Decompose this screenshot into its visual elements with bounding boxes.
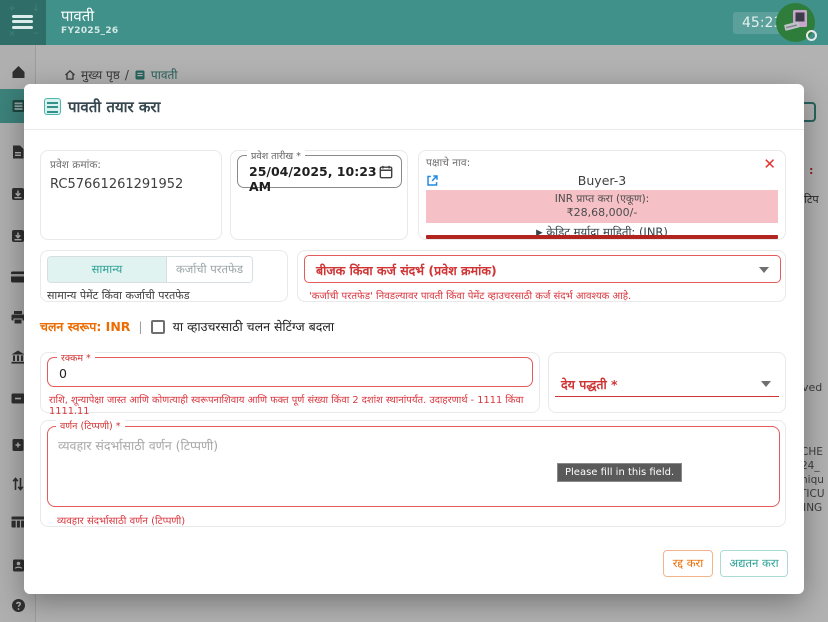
calc-arrow-mark: ↓ xyxy=(32,4,40,14)
entry-date-input[interactable]: प्रवेश तारीख * 25/04/2025, 10:23 AM xyxy=(237,155,402,188)
cancel-button[interactable]: रद्द करा xyxy=(663,550,713,577)
amount-card: रक्कम * 0 राशि, शून्यापेक्षा जास्त आणि क… xyxy=(40,352,540,413)
entry-number-value: RC57661261291952 xyxy=(50,177,183,192)
reference-select[interactable]: बीजक किंवा कर्ज संदर्भ (प्रवेश क्रमांक) xyxy=(304,255,781,283)
reference-card: बीजक किंवा कर्ज संदर्भ (प्रवेश क्रमांक) … xyxy=(297,250,786,302)
description-helper: व्यवहार संदर्भासाठी वर्णन (टिप्पणी) xyxy=(57,513,185,527)
hamburger-menu-icon[interactable] xyxy=(12,15,33,29)
amount-value: 0 xyxy=(59,366,67,381)
change-currency-label: या व्हाउचरसाठी चलन सेटिंग्ज बदला xyxy=(173,318,334,335)
chevron-down-icon xyxy=(759,267,769,273)
validation-tooltip: Please fill in this field. xyxy=(557,463,682,482)
page-title: पावती xyxy=(61,6,94,26)
close-icon[interactable]: ✕ xyxy=(763,157,776,172)
currency-row: चलन स्वरूप: INR | या व्हाउचरसाठी चलन सेट… xyxy=(40,318,334,335)
payment-type-card: सामान्य कर्जाची परतफेड सामान्य पेमेंट कि… xyxy=(40,250,288,302)
entry-date-card: प्रवेश तारीख * 25/04/2025, 10:23 AM xyxy=(230,150,408,240)
app-header: + ↓ × − पावती FY2025_26 45:23 xyxy=(0,0,828,45)
status-ring-icon xyxy=(806,30,817,41)
payment-type-toggle: सामान्य कर्जाची परतफेड xyxy=(47,256,253,283)
update-button[interactable]: अद्यतन करा xyxy=(720,550,788,577)
divider xyxy=(24,129,804,130)
payment-type-helper: सामान्य पेमेंट किंवा कर्जाची परतफेड xyxy=(47,288,190,303)
tab-general[interactable]: सामान्य xyxy=(48,257,166,282)
payment-method-select[interactable]: देय पद्धती * xyxy=(555,359,779,397)
tab-loan-repayment[interactable]: कर्जाची परतफेड xyxy=(166,257,252,282)
calendar-icon[interactable] xyxy=(379,165,393,179)
app-window: मुख्य पृष्ठ / पावती : टिप ved CHE 24_ ni… xyxy=(0,0,828,622)
receive-total-amount: ₹28,68,000/- xyxy=(426,206,778,219)
app-logo: + ↓ × − xyxy=(0,0,46,45)
party-name-value: Buyer-3 xyxy=(419,173,785,188)
change-currency-checkbox[interactable] xyxy=(151,320,165,334)
credit-limit-bar xyxy=(426,235,778,239)
fiscal-year-label: FY2025_26 xyxy=(61,26,118,36)
amount-input[interactable]: रक्कम * 0 xyxy=(47,357,533,387)
payment-method-label: देय पद्धती * xyxy=(561,376,618,393)
party-name-label: पक्षाचे नाव: xyxy=(426,156,470,170)
receipt-icon xyxy=(44,98,61,115)
calc-plus-mark: + xyxy=(8,4,16,14)
dialog-title: पावती तयार करा xyxy=(68,97,160,117)
receive-total-label: INR प्राप्त करा (एकूण): xyxy=(426,190,778,206)
currency-format-label: चलन स्वरूप: INR xyxy=(40,318,130,335)
amount-helper: राशि, शून्यापेक्षा जास्त आणि कोणत्याही स… xyxy=(49,393,535,417)
entry-number-label: प्रवेश क्रमांक: xyxy=(50,158,101,172)
party-card: पक्षाचे नाव: ✕ Buyer-3 INR प्राप्त करा (… xyxy=(418,150,786,240)
select-underline xyxy=(555,396,779,398)
separator: | xyxy=(138,319,142,334)
entry-date-label: प्रवेश तारीख * xyxy=(247,149,305,162)
receive-total-band: INR प्राप्त करा (एकूण): ₹28,68,000/- xyxy=(426,190,778,223)
chevron-down-icon xyxy=(761,381,771,387)
amount-label: रक्कम * xyxy=(57,351,95,364)
reference-helper: 'कर्जाची परतफेड' निवडल्यावर पावती किंवा … xyxy=(309,288,631,302)
entry-number-card: प्रवेश क्रमांक: RC57661261291952 xyxy=(40,150,222,240)
calc-minus-mark: − xyxy=(32,29,40,39)
calc-multiply-mark: × xyxy=(8,29,16,39)
reference-select-label: बीजक किंवा कर्ज संदर्भ (प्रवेश क्रमांक) xyxy=(316,262,497,279)
description-label: वर्णन (टिप्पणी) * xyxy=(56,419,125,432)
payment-method-card: देय पद्धती * xyxy=(548,352,786,413)
create-receipt-dialog: पावती तयार करा प्रवेश क्रमांक: RC5766126… xyxy=(24,84,804,594)
